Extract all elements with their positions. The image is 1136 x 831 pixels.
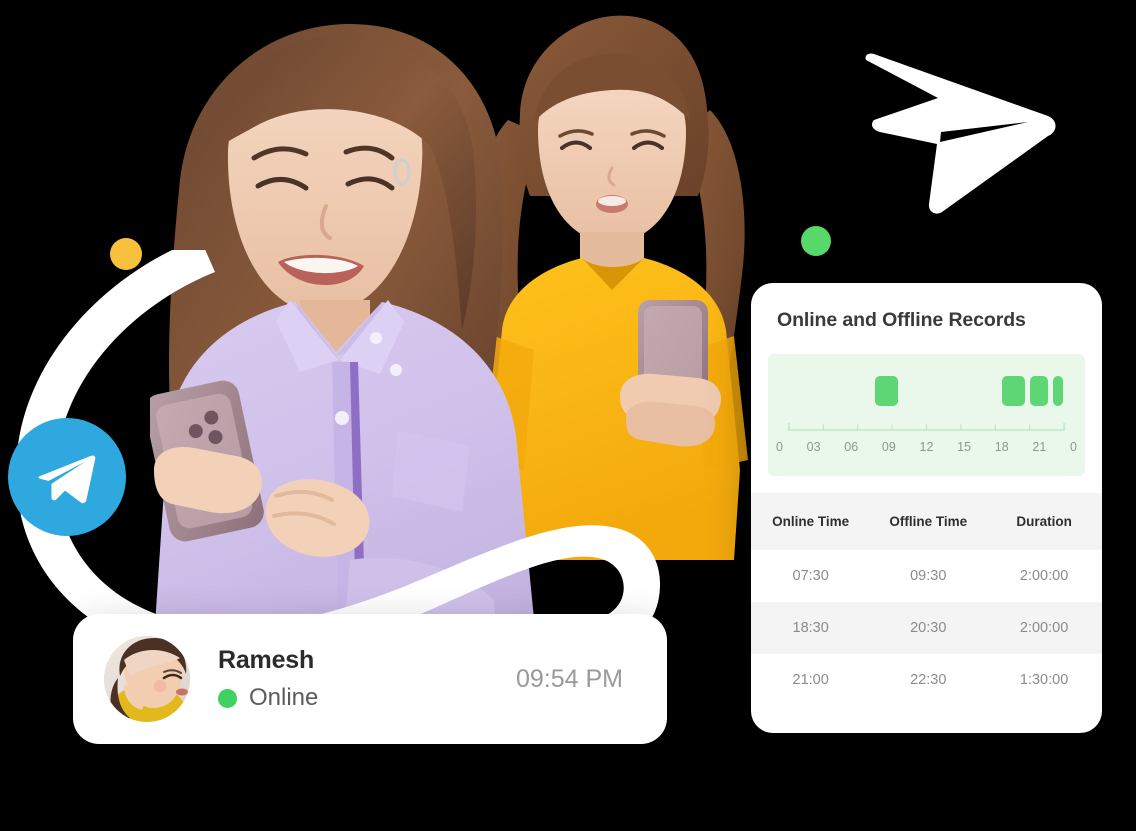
cell-offline-time: 22:30 <box>910 672 947 688</box>
timeline-tick-labels: 0 03 06 09 12 15 18 21 0 <box>776 440 1077 454</box>
cell-duration: 1:30:00 <box>1019 672 1069 688</box>
activity-timeline-panel: 0 03 06 09 12 15 18 21 0 <box>768 354 1085 476</box>
table-row: 21:00 22:30 1:30:00 <box>751 654 1102 706</box>
tick-label: 09 <box>881 440 896 454</box>
cell-online-time: 07:30 <box>792 568 829 584</box>
yellow-decor-dot <box>110 238 142 270</box>
paper-plane-arrow-icon <box>820 40 1070 230</box>
tick-label: 15 <box>957 440 972 454</box>
status-timestamp: 09:54 PM <box>515 664 623 693</box>
cell-online-time: 18:30 <box>751 602 871 654</box>
contact-name: Ramesh <box>218 646 315 674</box>
table-row: 18:30 20:30 2:00:00 <box>751 602 1102 654</box>
status-label: Online <box>249 684 319 711</box>
cell-duration: 2:00:00 <box>986 602 1102 654</box>
tick-label: 0 <box>1070 440 1077 454</box>
family-photo <box>150 0 810 700</box>
timeline-bars <box>768 354 1085 416</box>
promo-illustration: Online and Offline Records 0 03 06 09 12… <box>0 0 1136 831</box>
telegram-logo-icon <box>8 418 126 536</box>
column-header-duration: Duration <box>986 493 1102 550</box>
tick-label: 12 <box>919 440 934 454</box>
tick-label: 03 <box>806 440 821 454</box>
column-header-online-time: Online Time <box>751 493 871 550</box>
column-header-offline-time: Offline Time <box>870 493 987 550</box>
status-badge: Online <box>218 684 516 712</box>
table-header-row: Online Time Offline Time Duration <box>751 493 1102 550</box>
records-card-title: Online and Offline Records <box>777 309 1026 331</box>
online-offline-records-card: Online and Offline Records 0 03 06 09 12… <box>751 283 1102 733</box>
records-table-body: 07:30 09:30 2:00:00 18:30 20:30 2:00:00 … <box>751 550 1102 706</box>
cell-duration: 2:00:00 <box>1019 568 1069 584</box>
records-table: Online Time Offline Time Duration 07:30 … <box>751 493 1102 706</box>
timeline-online-bar <box>1053 376 1063 406</box>
timeline-online-bar <box>874 376 898 406</box>
cell-offline-time: 09:30 <box>910 568 947 584</box>
tick-label: 18 <box>994 440 1009 454</box>
table-row: 07:30 09:30 2:00:00 <box>751 550 1102 602</box>
online-status-dot-icon <box>218 688 237 708</box>
contact-status-card: Ramesh Online 09:54 PM <box>73 614 667 744</box>
tick-label: 06 <box>844 440 859 454</box>
tick-label: 0 <box>776 440 783 454</box>
avatar <box>104 636 190 722</box>
cell-offline-time: 20:30 <box>870 602 987 654</box>
timeline-online-bar <box>1001 376 1025 406</box>
tick-label: 21 <box>1032 440 1047 454</box>
timeline-online-bar <box>1030 376 1048 406</box>
timeline-axis <box>788 422 1065 434</box>
contact-info: Ramesh Online <box>218 646 516 712</box>
cell-online-time: 21:00 <box>792 672 829 688</box>
